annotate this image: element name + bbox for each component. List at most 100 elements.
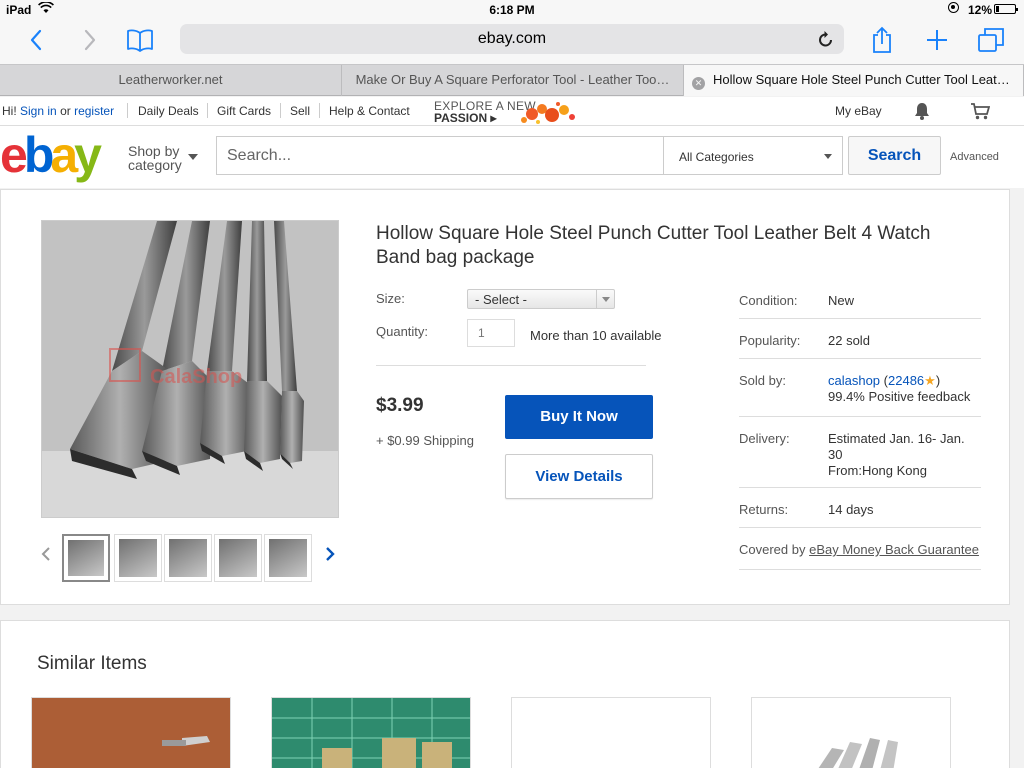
product-card: CalaShop Hollow Square Hole Steel Punch … [0,189,1010,605]
similar-item-image [32,698,230,768]
forward-button[interactable] [78,24,102,56]
category-value: All Categories [679,150,754,164]
caret-down-icon [188,154,198,160]
divider [376,365,646,366]
cart-icon[interactable] [970,102,991,123]
thumbnail-3[interactable] [164,534,212,582]
item-price: $3.99 [376,395,424,416]
size-select[interactable]: - Select - [467,289,615,309]
punch-tools-illustration: CalaShop [42,221,338,517]
thumbnail-image [269,539,307,577]
product-main-image[interactable]: CalaShop [41,220,339,518]
star-icon: ★ [924,373,936,388]
shipping-cost: + $0.99 Shipping [376,433,474,448]
search-input[interactable] [216,136,664,175]
detail-row-condition: Condition: New [739,286,981,319]
delivery-label: Delivery: [739,431,790,446]
buy-it-now-button[interactable]: Buy It Now [505,395,653,439]
ebay-top-nav: Hi! Sign in or register Daily Deals Gift… [0,97,1024,126]
similar-item-card[interactable] [31,697,231,768]
thumbnail-4[interactable] [214,534,262,582]
similar-item-card[interactable] [271,697,471,768]
share-button[interactable] [868,24,896,56]
help-contact-link[interactable]: Help & Contact [329,104,410,118]
view-details-button[interactable]: View Details [505,454,653,499]
returns-label: Returns: [739,502,789,517]
thumbnail-image [68,540,104,576]
ebay-logo[interactable]: ebay [0,126,102,184]
detail-row-seller: Sold by: calashop (22486★) 99.4% Positiv… [739,359,981,417]
orientation-lock-icon [948,2,959,13]
similar-item-card[interactable] [511,697,711,768]
thumbs-next-icon[interactable] [325,546,335,567]
condition-label: Condition: [739,293,798,308]
similar-item-image [272,698,470,768]
detail-row-guarantee: Covered by eBay Money Back Guarantee [739,528,981,570]
greeting: Hi! Sign in or register [2,104,114,118]
size-value: - Select - [475,292,528,307]
register-link[interactable]: register [74,104,114,118]
sell-link[interactable]: Sell [290,104,310,118]
quantity-input[interactable] [467,319,515,347]
browser-tab-bar: Leatherworker.net Make Or Buy A Square P… [0,64,1024,96]
seller-link[interactable]: calashop [828,373,880,388]
similar-items-section: Similar Items [0,620,1010,768]
shop-by-category-button[interactable]: Shop by category [128,144,198,173]
close-tab-icon[interactable]: ✕ [692,77,705,90]
sign-in-link[interactable]: Sign in [20,104,57,118]
seller-score-link[interactable]: 22486 [888,373,924,388]
watermark: CalaShop [150,366,242,388]
thumbnail-strip [41,532,341,584]
money-back-guarantee-link[interactable]: eBay Money Back Guarantee [809,542,979,557]
gift-cards-link[interactable]: Gift Cards [217,104,271,118]
clock: 6:18 PM [489,3,535,17]
category-select[interactable]: All Categories [663,136,843,175]
availability-text: More than 10 available [530,328,662,343]
quantity-label: Quantity: [376,324,429,339]
detail-row-popularity: Popularity: 22 sold [739,319,981,359]
bookmarks-button[interactable] [124,24,156,56]
detail-row-delivery: Delivery: Estimated Jan. 16- Jan. 30 From:… [739,417,981,488]
tab-leatherworker[interactable]: Leatherworker.net [0,65,342,96]
similar-items-title: Similar Items [37,653,147,674]
ios-status-bar: iPad 6:18 PM 12% [0,0,1024,20]
size-label: Size: [376,291,405,306]
advanced-search-link[interactable]: Advanced [950,151,999,163]
similar-item-card[interactable] [751,697,951,768]
sold-by-label: Sold by: [739,373,786,388]
returns-value: 14 days [828,502,874,517]
tab-hollow-square-punch[interactable]: ✕ Hollow Square Hole Steel Punch Cutter T… [684,65,1024,96]
battery-icon [994,4,1018,14]
bell-icon[interactable] [914,102,930,123]
back-button[interactable] [24,24,48,56]
thumbs-prev-icon[interactable] [41,546,51,567]
delivery-value: Estimated Jan. 16- Jan. 30 From:Hong Kong [828,431,965,478]
thumbnail-1[interactable] [62,534,110,582]
seller-feedback: 99.4% Positive feedback [828,389,971,404]
guarantee-text: Covered by eBay Money Back Guarantee [739,542,979,557]
daily-deals-link[interactable]: Daily Deals [138,104,199,118]
promo-banner[interactable]: EXPLORE A NEW PASSION ▸ [434,98,580,125]
tabs-overview-button[interactable] [976,24,1006,56]
reload-icon[interactable] [818,30,834,53]
popularity-label: Popularity: [739,333,801,348]
item-details-panel: Condition: New Popularity: 22 sold Sold … [739,286,981,570]
search-button[interactable]: Search [848,136,941,175]
shop-by-line-2: category [128,157,182,173]
popularity-value: 22 sold [828,333,870,348]
new-tab-button[interactable] [924,24,950,56]
thumbnail-2[interactable] [114,534,162,582]
divider [319,103,320,118]
dropdown-arrow-icon [596,290,614,308]
tab-make-or-buy[interactable]: Make Or Buy A Square Perforator Tool - L… [342,65,684,96]
ebay-header: ebay Shop by category All Categories Sea… [0,126,1024,188]
divider [280,103,281,118]
seller-info: calashop (22486★) 99.4% Positive feedbac… [828,373,971,404]
address-bar[interactable]: ebay.com [180,24,844,54]
promo-line-2: PASSION ▸ [434,111,497,125]
divider [207,103,208,118]
thumbnail-5[interactable] [264,534,312,582]
tabs-icon [978,28,1004,52]
url-text: ebay.com [477,30,547,47]
my-ebay-link[interactable]: My eBay [835,104,882,118]
